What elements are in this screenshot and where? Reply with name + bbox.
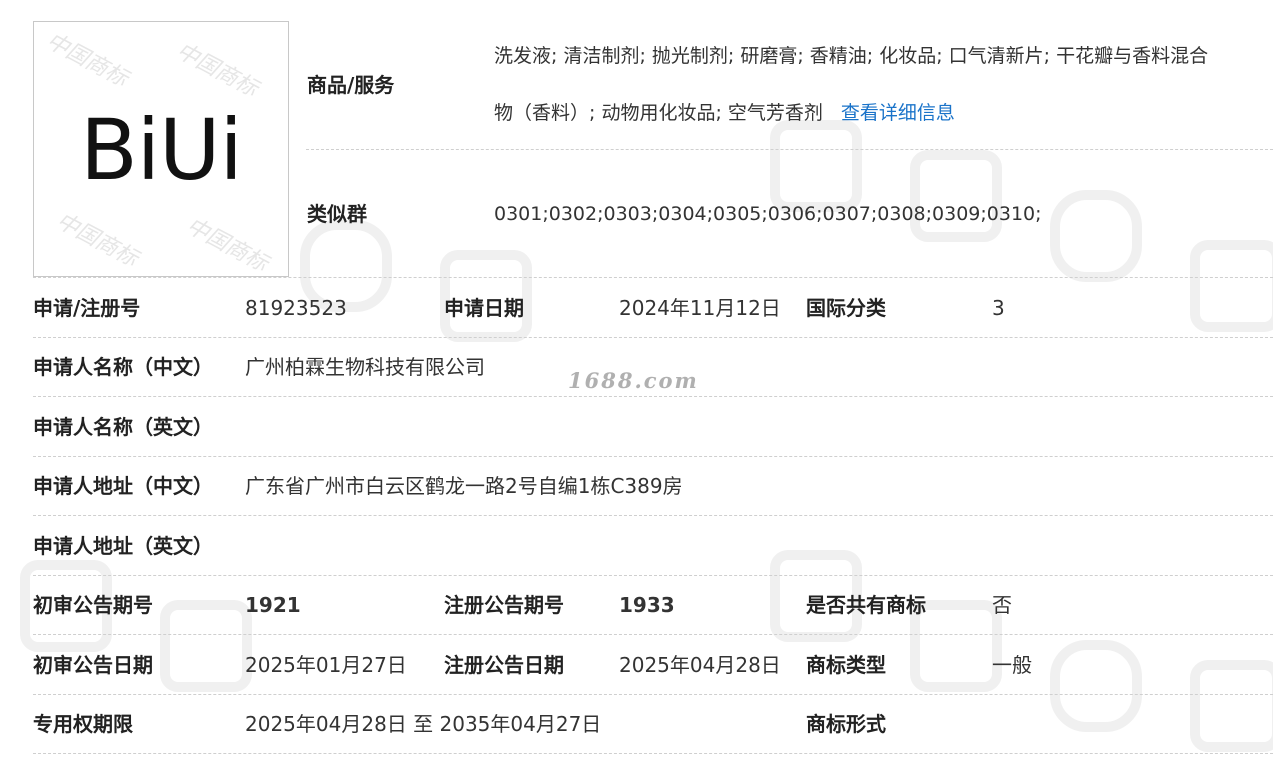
divider xyxy=(33,694,1273,695)
term-label: 专用权期限 xyxy=(33,712,133,736)
reg-no-value: 81923523 xyxy=(245,296,347,320)
intl-class-label: 国际分类 xyxy=(806,296,886,320)
divider xyxy=(33,575,1273,576)
term-value: 2025年04月28日 至 2035年04月27日 xyxy=(245,712,602,736)
divider xyxy=(33,515,1273,516)
applicant-name-en-label: 申请人名称（英文） xyxy=(33,415,213,439)
logo-watermark: 中国商标 xyxy=(172,38,262,102)
divider xyxy=(306,149,1273,150)
applicant-name-cn-value: 广州柏霖生物科技有限公司 xyxy=(245,355,485,379)
logo-watermark: 中国商标 xyxy=(42,28,132,92)
view-details-link[interactable]: 查看详细信息 xyxy=(841,102,955,124)
goods-label: 商品/服务 xyxy=(307,73,395,97)
reg-date-value: 2025年04月28日 xyxy=(619,653,781,677)
prelim-issue-value: 1921 xyxy=(245,593,301,617)
applicant-address-cn-label: 申请人地址（中文） xyxy=(33,474,213,498)
app-date-value: 2024年11月12日 xyxy=(619,296,781,320)
app-date-label: 申请日期 xyxy=(444,296,524,320)
applicant-name-cn-label: 申请人名称（中文） xyxy=(33,355,213,379)
logo-watermark: 中国商标 xyxy=(182,213,272,277)
divider xyxy=(33,456,1273,457)
prelim-date-label: 初审公告日期 xyxy=(33,653,153,677)
shared-trademark-value: 否 xyxy=(992,593,1012,617)
goods-line-1: 洗发液; 清洁制剂; 抛光制剂; 研磨膏; 香精油; 化妆品; 口气清新片; 干… xyxy=(494,45,1209,67)
prelim-issue-label: 初审公告期号 xyxy=(33,593,153,617)
site-watermark: 1688.com xyxy=(568,368,699,393)
divider xyxy=(33,396,1273,397)
reg-no-label: 申请/注册号 xyxy=(33,296,141,320)
logo-watermark: 中国商标 xyxy=(52,208,142,272)
reg-issue-value: 1933 xyxy=(619,593,675,617)
trademark-logo-text: BiUi xyxy=(80,101,243,199)
applicant-address-en-label: 申请人地址（英文） xyxy=(33,534,213,558)
divider xyxy=(33,634,1273,635)
goods-line-2: 物（香料）; 动物用化妆品; 空气芳香剂 查看详细信息 xyxy=(494,101,955,125)
trademark-logo-image: 中国商标 中国商标 中国商标 中国商标 BiUi xyxy=(33,21,289,277)
applicant-address-cn-value: 广东省广州市白云区鹤龙一路2号自编1栋C389房 xyxy=(245,474,683,498)
trademark-type-label: 商标类型 xyxy=(806,653,886,677)
prelim-date-value: 2025年01月27日 xyxy=(245,653,407,677)
reg-date-label: 注册公告日期 xyxy=(444,653,564,677)
similar-group-label: 类似群 xyxy=(307,202,367,226)
divider xyxy=(33,277,1273,278)
divider xyxy=(33,337,1273,338)
goods-line-2-text: 物（香料）; 动物用化妆品; 空气芳香剂 xyxy=(494,102,823,124)
reg-issue-label: 注册公告期号 xyxy=(444,593,564,617)
divider xyxy=(33,753,1273,754)
intl-class-value: 3 xyxy=(992,296,1005,320)
trademark-form-label: 商标形式 xyxy=(806,712,886,736)
similar-group-value: 0301;0302;0303;0304;0305;0306;0307;0308;… xyxy=(494,203,1042,225)
shared-trademark-label: 是否共有商标 xyxy=(806,593,926,617)
trademark-type-value: 一般 xyxy=(992,653,1032,677)
